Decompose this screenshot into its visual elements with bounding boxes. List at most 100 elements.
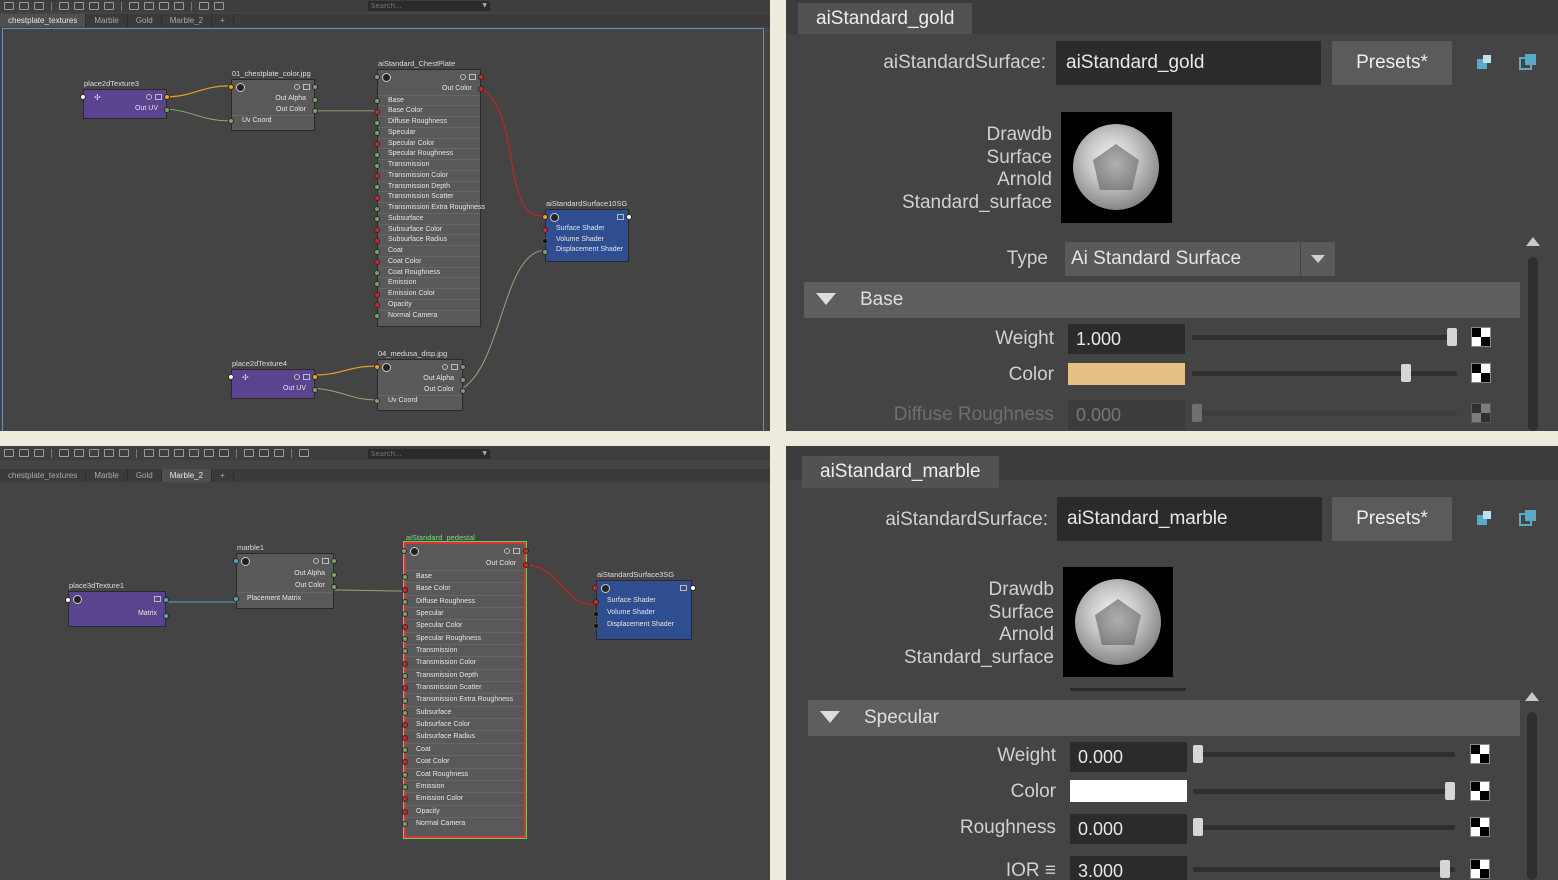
input-port[interactable] — [374, 237, 380, 244]
input-port[interactable] — [402, 574, 408, 581]
weight-field[interactable]: 0.000 — [1070, 742, 1187, 772]
node-icon[interactable] — [451, 364, 458, 370]
node-icon[interactable] — [294, 374, 300, 380]
input-port[interactable] — [402, 759, 408, 766]
color-slider[interactable] — [1192, 371, 1457, 376]
node-file-chestplate[interactable]: 01_chestplate_color.jpg Out Alpha Out Co… — [228, 69, 318, 131]
input-port[interactable] — [228, 374, 234, 380]
weight-slider[interactable] — [1193, 752, 1455, 757]
toolbar-button[interactable] — [19, 449, 29, 457]
output-port[interactable] — [164, 94, 170, 100]
roughness-slider-handle[interactable] — [1193, 818, 1203, 836]
input-port[interactable] — [402, 784, 408, 791]
color-swatch[interactable] — [1068, 363, 1185, 385]
toolbar-button[interactable] — [34, 449, 44, 457]
input-port[interactable] — [402, 672, 408, 679]
roughness-slider[interactable] — [1193, 825, 1455, 830]
node-icon[interactable] — [460, 74, 466, 80]
focus-icon[interactable] — [1475, 53, 1493, 71]
material-swatch[interactable] — [1063, 567, 1173, 677]
input-port[interactable] — [402, 611, 408, 618]
toolbar-button[interactable] — [104, 2, 114, 10]
color-swatch[interactable] — [1070, 780, 1187, 802]
output-port[interactable] — [312, 374, 318, 380]
toolbar-button[interactable] — [119, 449, 129, 457]
node-icon[interactable] — [155, 94, 162, 100]
diffuse-roughness-field[interactable]: 0.000 — [1068, 400, 1185, 430]
input-port[interactable] — [374, 74, 380, 80]
map-button-icon[interactable] — [1471, 403, 1491, 423]
ior-field[interactable]: 3.000 — [1070, 856, 1187, 880]
tab-gold[interactable]: Gold — [128, 469, 162, 482]
output-port[interactable] — [460, 377, 466, 383]
toolbar-button[interactable] — [274, 449, 284, 457]
tab-chestplate-textures[interactable]: chestplate_textures — [0, 469, 87, 482]
output-port[interactable] — [163, 597, 169, 603]
toolbar-button[interactable] — [299, 449, 309, 457]
input-port[interactable] — [374, 216, 380, 223]
material-swatch[interactable] — [1061, 112, 1172, 223]
toolbar-button[interactable] — [19, 2, 29, 10]
tab-gold[interactable]: Gold — [128, 14, 162, 27]
toolbar-button[interactable] — [74, 449, 84, 457]
toolbar-button[interactable] — [74, 2, 84, 10]
input-port[interactable] — [374, 173, 380, 180]
scroll-up-icon[interactable] — [1525, 692, 1539, 701]
roughness-field[interactable]: 0.000 — [1070, 814, 1187, 844]
node-graph-canvas[interactable]: place3dTexture1 Matrix marble1 Out Alpha… — [2, 483, 764, 880]
copy-tab-icon[interactable] — [1519, 509, 1537, 527]
chevron-down-icon[interactable]: ▼ — [482, 1, 487, 11]
focus-icon[interactable] — [1475, 509, 1493, 527]
toolbar-button[interactable] — [59, 449, 69, 457]
node-icon[interactable] — [442, 364, 448, 370]
input-port[interactable] — [402, 709, 408, 716]
node-icon[interactable] — [322, 558, 329, 564]
input-port[interactable] — [402, 623, 408, 630]
node-marble1[interactable]: marble1 Out Alpha Out Color Placement Ma… — [233, 543, 337, 609]
output-port[interactable] — [523, 562, 529, 568]
toolbar-button[interactable] — [144, 449, 154, 457]
node-place2dtexture3[interactable]: place2dTexture3 ✢ Out UV — [80, 79, 170, 119]
input-port[interactable] — [593, 611, 599, 617]
input-port[interactable] — [233, 558, 239, 564]
output-port[interactable] — [312, 387, 318, 393]
node-icon[interactable] — [617, 214, 624, 220]
toolbar-button[interactable] — [159, 449, 169, 457]
input-port[interactable] — [374, 141, 380, 148]
output-port[interactable] — [331, 572, 337, 578]
output-port[interactable] — [331, 584, 337, 590]
weight-field[interactable]: 1.000 — [1068, 324, 1185, 354]
node-aistandardsurface3sg[interactable]: aiStandardSurface3SG Surface Shader Volu… — [592, 570, 696, 640]
input-port[interactable] — [402, 697, 408, 704]
output-port[interactable] — [331, 558, 337, 564]
node-place3dtexture1[interactable]: place3dTexture1 Matrix — [65, 581, 169, 627]
chevron-down-icon[interactable]: ▼ — [482, 449, 487, 459]
scroll-track[interactable] — [1527, 712, 1537, 880]
toolbar-button[interactable] — [89, 449, 99, 457]
type-dropdown[interactable]: Ai Standard Surface — [1065, 242, 1335, 276]
output-port[interactable] — [312, 84, 318, 90]
input-port[interactable] — [542, 227, 548, 233]
map-button-icon[interactable] — [1471, 327, 1491, 347]
diffuse-roughness-slider-handle[interactable] — [1192, 404, 1202, 422]
input-port[interactable] — [402, 734, 408, 741]
input-port[interactable] — [402, 796, 408, 803]
collapse-triangle-icon[interactable] — [820, 711, 840, 723]
input-port[interactable] — [228, 84, 234, 90]
toolbar-button[interactable] — [189, 449, 199, 457]
ior-slider-handle[interactable] — [1439, 860, 1450, 878]
presets-button[interactable]: Presets* — [1332, 497, 1452, 541]
input-port[interactable] — [402, 586, 408, 593]
output-port[interactable] — [690, 585, 696, 591]
weight-slider-handle[interactable] — [1193, 745, 1203, 763]
weight-slider-handle[interactable] — [1447, 328, 1457, 346]
input-port[interactable] — [65, 597, 71, 603]
map-button-icon[interactable] — [1470, 744, 1490, 764]
toolbar-button[interactable] — [214, 2, 224, 10]
input-port[interactable] — [374, 119, 380, 126]
output-port[interactable] — [478, 86, 484, 92]
input-port[interactable] — [402, 808, 408, 815]
node-aistandard-chestplate[interactable]: aiStandard_ChestPlate Out Color Base Base… — [374, 59, 485, 327]
input-port[interactable] — [402, 685, 408, 692]
node-icon[interactable] — [513, 548, 520, 554]
